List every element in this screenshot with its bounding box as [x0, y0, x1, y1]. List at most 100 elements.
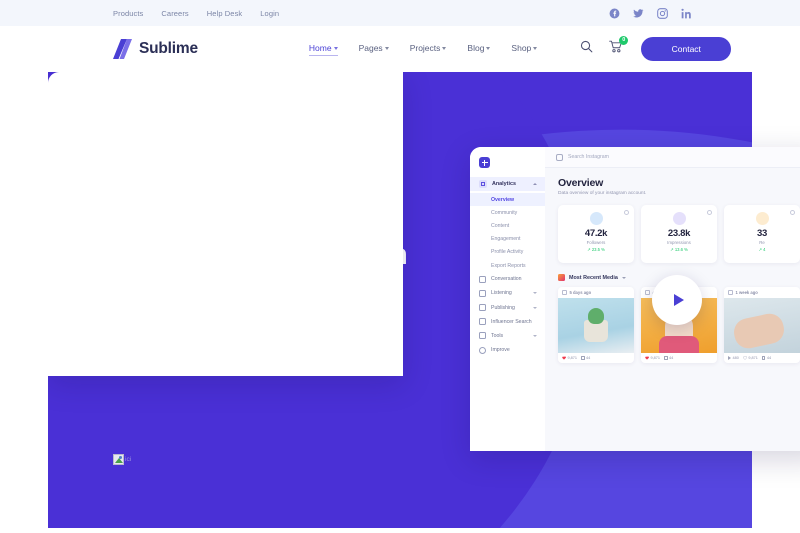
- sidebar-item-influencer-search[interactable]: Influencer Search: [470, 315, 545, 329]
- comment-icon: [664, 356, 668, 360]
- sidebar-label-publishing: Publishing: [491, 304, 515, 311]
- search-icon[interactable]: [580, 40, 593, 58]
- heart-outline-icon: [742, 356, 747, 360]
- nav-label-pages: Pages: [358, 43, 383, 53]
- sidebar-item-community[interactable]: Community: [470, 206, 545, 219]
- sidebar-item-publishing[interactable]: Publishing: [470, 301, 545, 315]
- likes-count: 9,871: [567, 356, 578, 360]
- comments-stat: 44: [581, 356, 590, 360]
- sidebar-item-conversation[interactable]: Conversation: [470, 272, 545, 286]
- chevron-down-icon: [533, 292, 537, 295]
- heart-icon: [562, 356, 566, 360]
- sidebar-item-engagement[interactable]: Engagement: [470, 233, 545, 246]
- sidebar-item-overview[interactable]: Overview: [470, 193, 545, 207]
- chevron-down-icon: [533, 334, 537, 337]
- likes-stat: 9,871: [742, 356, 758, 360]
- stat-delta: ↗ 4: [758, 247, 766, 252]
- improve-icon: [479, 346, 486, 354]
- nav-label-projects: Projects: [409, 43, 441, 53]
- instagram-icon: [558, 274, 565, 281]
- nav-item-home[interactable]: Home: [308, 43, 338, 56]
- sidebar-item-profile-activity[interactable]: Profile Activity: [470, 246, 545, 259]
- sidebar-group-analytics[interactable]: Analytics: [470, 177, 545, 191]
- stat-card-followers[interactable]: 47.2k Followers ↗ 23.5 %: [558, 205, 634, 263]
- comments-stat: 44: [761, 356, 771, 360]
- comments-stat: 44: [664, 356, 673, 360]
- media-card[interactable]: 5 days ago 9,871 44: [558, 287, 634, 363]
- sidebar-group-label: Analytics: [492, 181, 516, 187]
- stat-label: Re: [759, 240, 765, 245]
- nav-label-blog: Blog: [467, 43, 485, 53]
- likes-stat: 9,871: [562, 356, 577, 360]
- info-icon[interactable]: [624, 210, 629, 215]
- info-icon[interactable]: [707, 210, 712, 215]
- facebook-icon[interactable]: [609, 8, 620, 19]
- top-utility-links: Products Careers Help Desk Login: [113, 9, 279, 18]
- media-card[interactable]: 1 week ago 480 9,871 44: [724, 287, 800, 363]
- stat-label: Impressions: [667, 240, 691, 245]
- dashboard-search-placeholder: Search Instagram: [568, 154, 609, 160]
- video-play-button[interactable]: [652, 275, 702, 325]
- chevron-down-icon: [442, 47, 447, 50]
- info-icon[interactable]: [790, 210, 795, 215]
- nav-item-projects[interactable]: Projects: [410, 43, 447, 55]
- stat-label: Followers: [586, 240, 606, 245]
- heart-icon: [645, 356, 649, 360]
- brand-name: Sublime: [139, 40, 198, 57]
- sidebar-label-improve: Improve: [491, 347, 510, 354]
- sidebar-item-tools[interactable]: Tools: [470, 329, 545, 343]
- sidebar-label-listening: Listening: [491, 290, 512, 297]
- stat-delta: ↗ 23.5 %: [587, 247, 605, 252]
- stat-value: 47.2k: [584, 228, 608, 239]
- sidebar-item-improve[interactable]: Improve: [470, 343, 545, 357]
- nav-item-blog[interactable]: Blog: [467, 43, 491, 55]
- likes-count: 9,871: [650, 356, 661, 360]
- nav-item-pages[interactable]: Pages: [359, 43, 389, 55]
- media-card-footer: 9,871 44: [641, 353, 717, 363]
- twitter-icon[interactable]: [633, 8, 644, 19]
- likes-stat: 9,871: [645, 356, 660, 360]
- media-timestamp: 5 days ago: [569, 290, 592, 295]
- instagram-icon[interactable]: [657, 7, 668, 19]
- stat-card-reach[interactable]: 33 Re ↗ 4: [724, 205, 800, 263]
- linkedin-icon[interactable]: [681, 8, 692, 19]
- instagram-search-icon: [556, 153, 563, 161]
- chevron-down-icon: [621, 276, 626, 279]
- topbar-link-careers[interactable]: Careers: [161, 9, 188, 18]
- header-tools: 0: [580, 36, 629, 58]
- stat-card-impressions[interactable]: 23.8k Impressions ↗ 13.6 %: [641, 205, 717, 263]
- broken-image-icon: [113, 454, 124, 465]
- topbar-link-login[interactable]: Login: [260, 9, 279, 18]
- chevron-down-icon: [384, 47, 389, 50]
- followers-icon: [589, 212, 603, 225]
- media-timestamp: 1 week ago: [735, 290, 758, 295]
- overview-subtitle: Data overview of your instagram account.: [558, 191, 647, 196]
- stat-cards-row: 47.2k Followers ↗ 23.5 % 23.8k Impressio…: [558, 205, 800, 263]
- sidebar-item-listening[interactable]: Listening: [470, 286, 545, 300]
- main-navigation: Home Pages Projects Blog Shop 0: [308, 36, 629, 58]
- influencer-search-icon: [479, 318, 486, 326]
- nav-item-shop[interactable]: Shop: [511, 43, 538, 55]
- media-type-icon: [645, 290, 650, 295]
- sidebar-item-content[interactable]: Content: [470, 219, 545, 232]
- comments-count: 44: [669, 356, 674, 360]
- sidebar-label-tools: Tools: [491, 332, 504, 339]
- listening-icon: [479, 289, 486, 297]
- likes-count: 9,871: [748, 356, 758, 360]
- cart-icon[interactable]: 0: [609, 36, 629, 58]
- brand-logo[interactable]: Sublime: [113, 38, 198, 60]
- site-header: Sublime Home Pages Projects Blog Shop 0 …: [0, 26, 800, 72]
- broken-image-alt-text: ici: [125, 456, 132, 463]
- nav-label-shop: Shop: [511, 43, 532, 53]
- topbar-link-help-desk[interactable]: Help Desk: [207, 9, 243, 18]
- dashboard-search-bar[interactable]: Search Instagram: [545, 147, 800, 168]
- sidebar-item-export-reports[interactable]: Export Reports: [470, 259, 545, 272]
- reach-icon: [755, 212, 769, 225]
- chevron-down-icon: [486, 47, 491, 50]
- social-links: [609, 7, 692, 19]
- conversation-icon: [479, 275, 486, 283]
- play-icon: [728, 356, 731, 360]
- dashboard-logo-icon: [479, 157, 490, 168]
- topbar-link-products[interactable]: Products: [113, 9, 143, 18]
- contact-button[interactable]: Contact: [641, 37, 732, 61]
